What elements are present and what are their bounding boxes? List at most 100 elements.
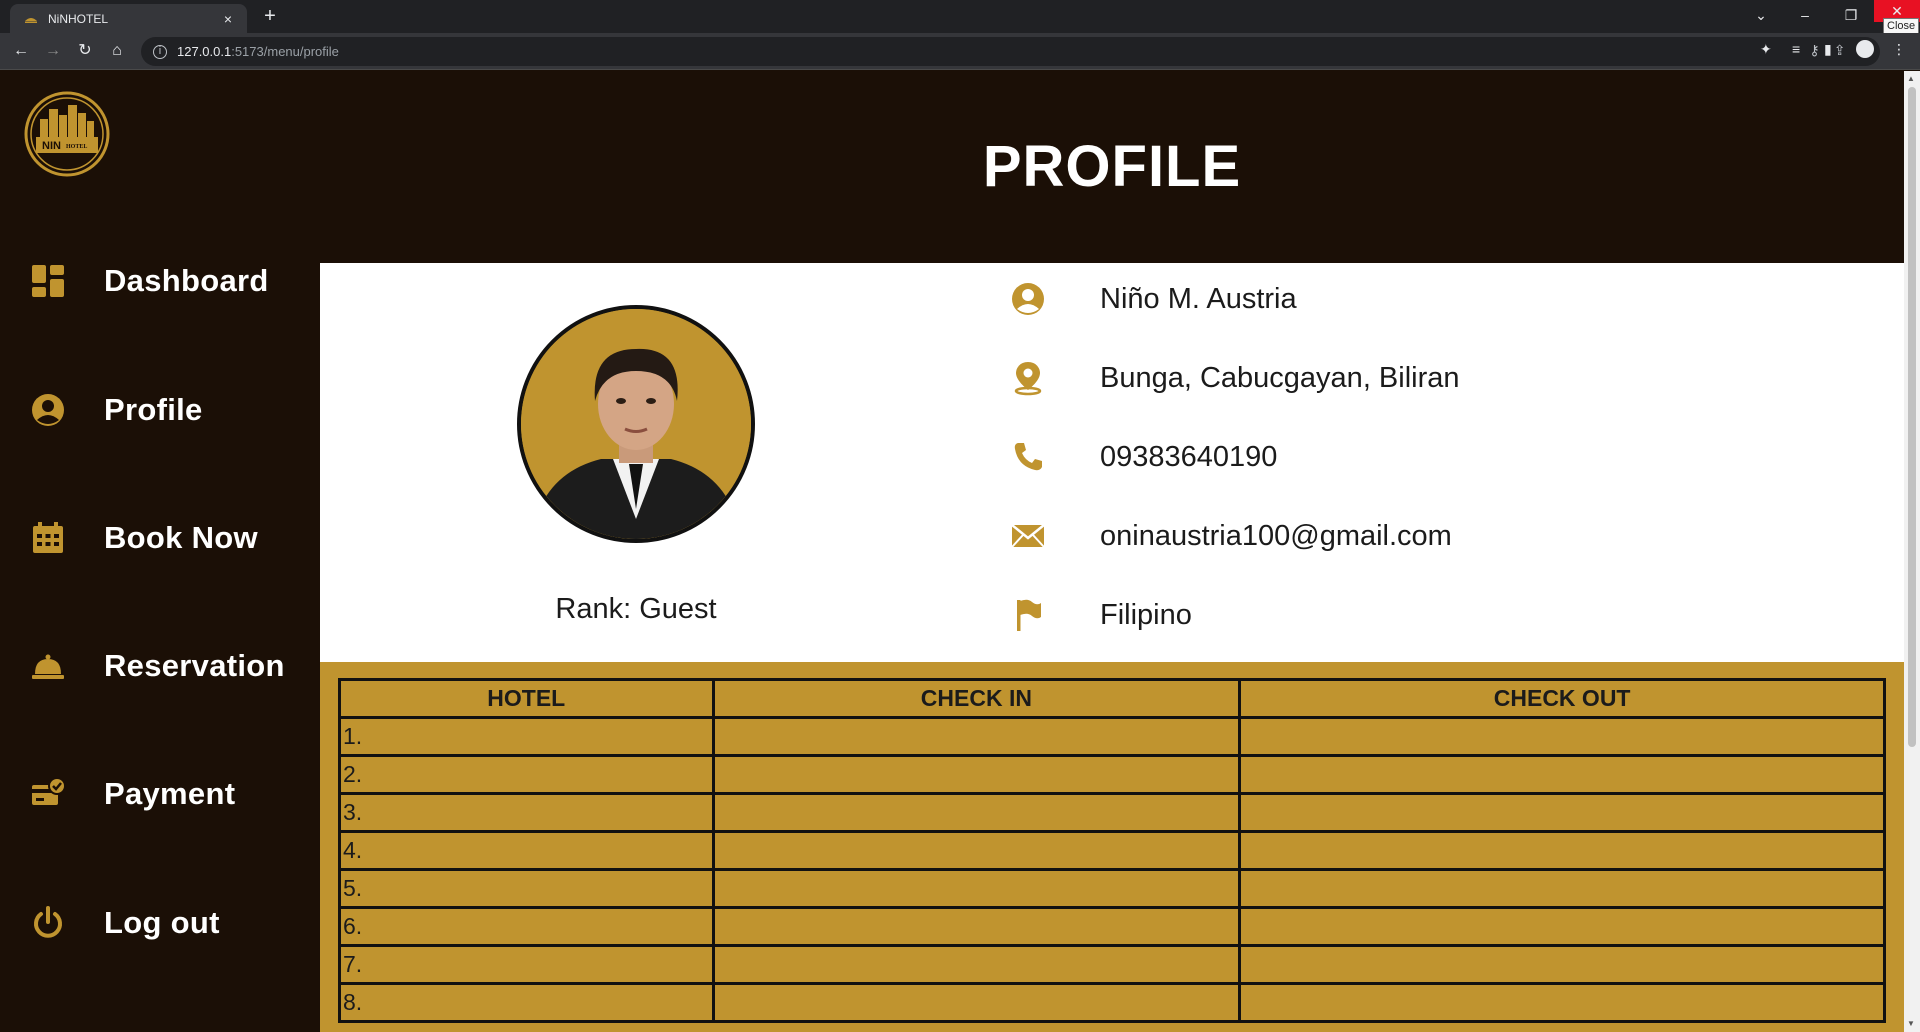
calendar-icon — [33, 522, 63, 553]
table-cell-check-out — [1238, 792, 1886, 833]
sidebar-item-reservation[interactable]: Reservation — [0, 636, 320, 696]
extensions-icon[interactable]: ✦ — [1760, 41, 1772, 58]
table-cell-check-in — [711, 944, 1242, 985]
table-cell-hotel: 7. — [338, 944, 715, 985]
sidebar-label-book-now: Book Now — [104, 520, 258, 555]
table-cell-check-out — [1238, 716, 1886, 757]
phone-icon — [1014, 443, 1042, 471]
table-row: 6. — [338, 906, 1886, 947]
user-circle-icon — [1012, 283, 1044, 315]
sidebar-label-payment: Payment — [104, 776, 236, 811]
table-cell-hotel: 8. — [338, 982, 715, 1023]
minimize-icon[interactable]: – — [1782, 0, 1828, 30]
sidebar-item-payment[interactable]: Payment — [0, 764, 320, 824]
table-cell-check-in — [711, 868, 1242, 909]
location-pin-icon — [1014, 362, 1042, 396]
nin-hotel-logo: NIN HOTEL — [24, 91, 110, 177]
scroll-thumb[interactable] — [1908, 87, 1916, 747]
table-cell-hotel: 3. — [338, 792, 715, 833]
profile-name: Niño M. Austria — [1100, 282, 1297, 315]
scroll-down-icon[interactable]: ▼ — [1907, 1019, 1915, 1028]
table-row: 3. — [338, 792, 1886, 833]
user-circle-icon — [32, 394, 64, 426]
profile-avatar-icon[interactable] — [1856, 40, 1874, 58]
svg-text:HOTEL: HOTEL — [66, 144, 87, 150]
sidebar-item-log-out[interactable]: Log out — [0, 893, 320, 953]
sidebar-label-log-out: Log out — [104, 905, 220, 940]
table-cell-check-in — [711, 830, 1242, 871]
booking-history-table: HOTEL CHECK IN CHECK OUT 1. 2. 3. 4. 5. … — [338, 678, 1886, 1023]
key-icon[interactable]: ⚷ — [1809, 42, 1819, 59]
table-cell-check-out — [1238, 944, 1886, 985]
sidebar-item-profile[interactable]: Profile — [0, 380, 320, 440]
table-cell-check-out — [1238, 982, 1886, 1023]
forward-icon[interactable]: → — [42, 40, 64, 62]
rank-label: Rank: Guest — [555, 593, 717, 625]
scroll-up-icon[interactable]: ▲ — [1907, 74, 1915, 83]
site-info-icon[interactable]: i — [153, 44, 167, 59]
table-row: 8. — [338, 982, 1886, 1023]
svg-text:NIN: NIN — [42, 140, 61, 152]
table-row: 1. — [338, 716, 1886, 757]
power-icon — [34, 906, 62, 938]
share-icon[interactable]: ⇪ — [1834, 42, 1846, 59]
table-row: 7. — [338, 944, 1886, 985]
table-row: 2. — [338, 754, 1886, 795]
table-cell-hotel: 5. — [338, 868, 715, 909]
dashboard-icon — [32, 265, 64, 297]
reading-list-icon[interactable]: ≡ — [1792, 41, 1800, 57]
side-panel-icon[interactable]: ▮ — [1824, 41, 1832, 58]
column-header-check-out: CHECK OUT — [1238, 678, 1886, 719]
tab-title: NiNHOTEL — [48, 11, 109, 26]
tab-close-icon[interactable]: × — [219, 11, 237, 27]
table-cell-check-out — [1238, 868, 1886, 909]
sidebar-label-dashboard: Dashboard — [104, 263, 269, 298]
table-cell-hotel: 2. — [338, 754, 715, 795]
new-tab-button[interactable]: + — [258, 5, 282, 29]
flag-icon — [1017, 599, 1041, 631]
tab-search-icon[interactable]: ⌄ — [1738, 0, 1784, 30]
table-cell-hotel: 6. — [338, 906, 715, 947]
profile-nationality: Filipino — [1100, 598, 1192, 631]
page-scrollbar[interactable]: ▲ ▼ — [1904, 71, 1920, 1032]
browser-toolbar: ← → ↻ ⌂ i 127.0.0.1:5173/menu/profile ⚷ … — [0, 33, 1920, 70]
card-check-icon — [32, 777, 66, 805]
sidebar-item-book-now[interactable]: Book Now — [0, 508, 320, 568]
booking-history-panel: HOTEL CHECK IN CHECK OUT 1. 2. 3. 4. 5. … — [320, 662, 1904, 1032]
column-header-check-in: CHECK IN — [711, 678, 1242, 719]
column-header-hotel: HOTEL — [338, 678, 715, 719]
avatar — [517, 305, 755, 543]
reload-icon[interactable]: ↻ — [74, 40, 96, 62]
page-title: PROFILE — [982, 134, 1242, 199]
home-icon[interactable]: ⌂ — [106, 40, 128, 62]
profile-address: Bunga, Cabucgayan, Biliran — [1100, 361, 1460, 394]
address-bar[interactable]: i 127.0.0.1:5173/menu/profile ⚷ ⇪ ☆ — [141, 37, 1880, 66]
table-row: 5. — [338, 868, 1886, 909]
envelope-icon — [1011, 524, 1045, 548]
sidebar-item-dashboard[interactable]: Dashboard — [0, 251, 320, 311]
sidebar-label-profile: Profile — [104, 392, 203, 427]
table-cell-check-in — [711, 982, 1242, 1023]
chrome-menu-icon[interactable]: ⋮ — [1892, 41, 1906, 58]
sidebar-label-reservation: Reservation — [104, 648, 285, 683]
service-bell-icon — [32, 654, 64, 679]
browser-tab[interactable]: NiNHOTEL × — [10, 4, 247, 33]
restore-icon[interactable]: ❐ — [1828, 0, 1874, 30]
table-cell-hotel: 1. — [338, 716, 715, 757]
table-cell-check-out — [1238, 906, 1886, 947]
back-icon[interactable]: ← — [10, 40, 32, 62]
table-cell-check-in — [711, 754, 1242, 795]
url-host: 127.0.0.1 — [177, 44, 232, 59]
profile-card: Rank: Guest Niño M. Austria Bunga, Cabuc… — [320, 263, 1904, 1032]
table-row: 4. — [338, 830, 1886, 871]
table-cell-check-in — [711, 906, 1242, 947]
hotel-favicon-icon — [25, 17, 37, 23]
table-header-row: HOTEL CHECK IN CHECK OUT — [338, 678, 1886, 719]
profile-email: oninaustria100@gmail.com — [1100, 519, 1452, 552]
page: NIN HOTEL Dashboard Profile Book Now Res… — [0, 71, 1904, 1032]
table-cell-check-out — [1238, 754, 1886, 795]
url-path: :5173/menu/profile — [231, 44, 339, 59]
table-cell-check-in — [711, 716, 1242, 757]
table-cell-check-out — [1238, 830, 1886, 871]
browser-tab-bar: NiNHOTEL × + ⌄ – ❐ ✕ Close — [0, 0, 1920, 35]
